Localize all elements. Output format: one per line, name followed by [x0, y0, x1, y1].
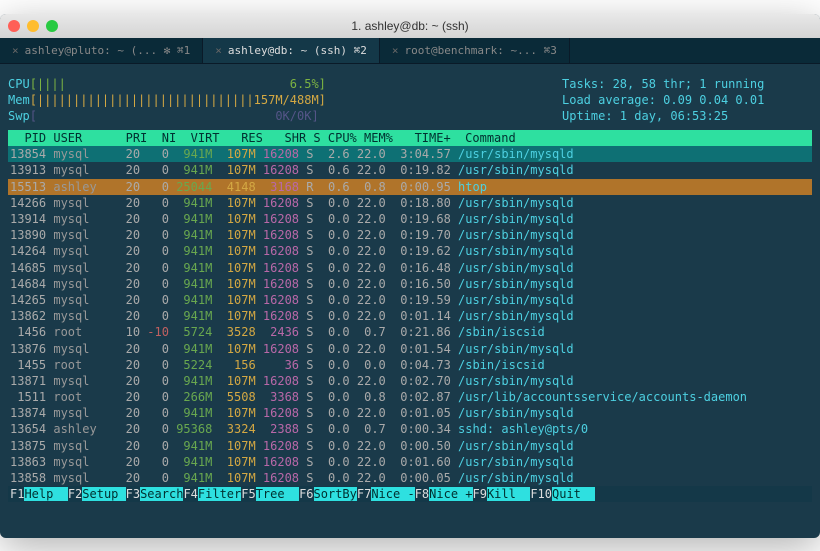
process-row[interactable]: 14266 mysql 20 0 941M 107M 16208 S 0.0 2… [8, 195, 812, 211]
tab-label: ashley@pluto: ~ (... ✻ ⌘1 [25, 44, 191, 57]
fkey-action-F9[interactable]: Kill [487, 487, 530, 501]
process-row[interactable]: 1456 root 10 -10 5724 3528 2436 S 0.0 0.… [8, 324, 812, 340]
fkey-F4: F4 [183, 487, 197, 501]
stats: Tasks: 28, 58 thr; 1 running Load averag… [562, 76, 812, 125]
fkey-F7: F7 [357, 487, 371, 501]
fkey-action-F4[interactable]: Filter [198, 487, 241, 501]
process-row[interactable]: 13874 mysql 20 0 941M 107M 16208 S 0.0 2… [8, 405, 812, 421]
process-row[interactable]: 13871 mysql 20 0 941M 107M 16208 S 0.0 2… [8, 373, 812, 389]
fkey-action-F2[interactable]: Setup [82, 487, 125, 501]
fkey-action-F8[interactable]: Nice + [429, 487, 472, 501]
tab-0[interactable]: × ashley@pluto: ~ (... ✻ ⌘1 [0, 38, 203, 63]
process-table: 13854 mysql 20 0 941M 107M 16208 S 2.6 2… [8, 146, 812, 486]
tasks-line: Tasks: 28, 58 thr; 1 running [562, 76, 812, 92]
mem-meter: Mem[||||||||||||||||||||||||||||||157M/4… [8, 92, 562, 108]
process-row[interactable]: 14685 mysql 20 0 941M 107M 16208 S 0.0 2… [8, 260, 812, 276]
tab-2[interactable]: × root@benchmark: ~... ⌘3 [380, 38, 570, 63]
window-title: 1. ashley@db: ~ (ssh) [0, 19, 820, 33]
process-row[interactable]: 13858 mysql 20 0 941M 107M 16208 S 0.0 2… [8, 470, 812, 486]
tab-label: ashley@db: ~ (ssh) ⌘2 [228, 44, 367, 57]
process-row[interactable]: 14264 mysql 20 0 941M 107M 16208 S 0.0 2… [8, 243, 812, 259]
process-row[interactable]: 13913 mysql 20 0 941M 107M 16208 S 0.6 2… [8, 162, 812, 178]
fkey-action-F1[interactable]: Help [24, 487, 67, 501]
tab-1[interactable]: × ashley@db: ~ (ssh) ⌘2 [203, 38, 380, 63]
tab-bar: × ashley@pluto: ~ (... ✻ ⌘1 × ashley@db: ~ … [0, 38, 820, 64]
fkey-F6: F6 [299, 487, 313, 501]
close-icon[interactable]: × [12, 44, 19, 57]
titlebar: 1. ashley@db: ~ (ssh) [0, 14, 820, 38]
process-row[interactable]: 13863 mysql 20 0 941M 107M 16208 S 0.0 2… [8, 454, 812, 470]
process-row[interactable]: 1511 root 20 0 266M 5508 3368 S 0.0 0.8 … [8, 389, 812, 405]
cpu-meter: CPU[|||| 6.5%] [8, 76, 562, 92]
close-icon[interactable]: × [392, 44, 399, 57]
function-key-bar: F1Help F2Setup F3SearchF4FilterF5Tree F6… [8, 486, 812, 502]
fkey-F10: F10 [530, 487, 552, 501]
process-row[interactable]: 13654 ashley 20 0 95368 3324 2388 S 0.0 … [8, 421, 812, 437]
meters: CPU[|||| 6.5%] Mem[|||||||||||||||||||||… [8, 76, 562, 125]
process-row[interactable]: 13862 mysql 20 0 941M 107M 16208 S 0.0 2… [8, 308, 812, 324]
process-row[interactable]: 13876 mysql 20 0 941M 107M 16208 S 0.0 2… [8, 341, 812, 357]
fkey-F5: F5 [241, 487, 255, 501]
fkey-F2: F2 [68, 487, 82, 501]
fkey-action-F6[interactable]: SortBy [314, 487, 357, 501]
tab-label: root@benchmark: ~... ⌘3 [405, 44, 557, 57]
process-row[interactable]: 13890 mysql 20 0 941M 107M 16208 S 0.0 2… [8, 227, 812, 243]
uptime-line: Uptime: 1 day, 06:53:25 [562, 108, 812, 124]
process-table-header[interactable]: PID USER PRI NI VIRT RES SHR S CPU% MEM%… [8, 130, 812, 146]
fkey-action-F3[interactable]: Search [140, 487, 183, 501]
summary-section: CPU[|||| 6.5%] Mem[|||||||||||||||||||||… [8, 68, 812, 131]
process-row[interactable]: 13914 mysql 20 0 941M 107M 16208 S 0.0 2… [8, 211, 812, 227]
terminal-content[interactable]: CPU[|||| 6.5%] Mem[|||||||||||||||||||||… [0, 64, 820, 507]
close-icon[interactable]: × [215, 44, 222, 57]
fkey-F9: F9 [473, 487, 487, 501]
fkey-F8: F8 [415, 487, 429, 501]
fkey-F1: F1 [10, 487, 24, 501]
terminal-window: 1. ashley@db: ~ (ssh) × ashley@pluto: ~ (… [0, 14, 820, 538]
fkey-action-F5[interactable]: Tree [256, 487, 299, 501]
process-row[interactable]: 1455 root 20 0 5224 156 36 S 0.0 0.0 0:0… [8, 357, 812, 373]
process-row[interactable]: 13854 mysql 20 0 941M 107M 16208 S 2.6 2… [8, 146, 812, 162]
process-row[interactable]: 15513 ashley 20 0 25044 4148 3168 R 0.6 … [8, 179, 812, 195]
loadavg-line: Load average: 0.09 0.04 0.01 [562, 92, 812, 108]
swap-meter: Swp[ 0K/0K] [8, 108, 562, 124]
fkey-F3: F3 [126, 487, 140, 501]
fkey-action-F7[interactable]: Nice - [371, 487, 414, 501]
process-row[interactable]: 13875 mysql 20 0 941M 107M 16208 S 0.0 2… [8, 438, 812, 454]
process-row[interactable]: 14265 mysql 20 0 941M 107M 16208 S 0.0 2… [8, 292, 812, 308]
fkey-action-F10[interactable]: Quit [552, 487, 595, 501]
process-row[interactable]: 14684 mysql 20 0 941M 107M 16208 S 0.0 2… [8, 276, 812, 292]
